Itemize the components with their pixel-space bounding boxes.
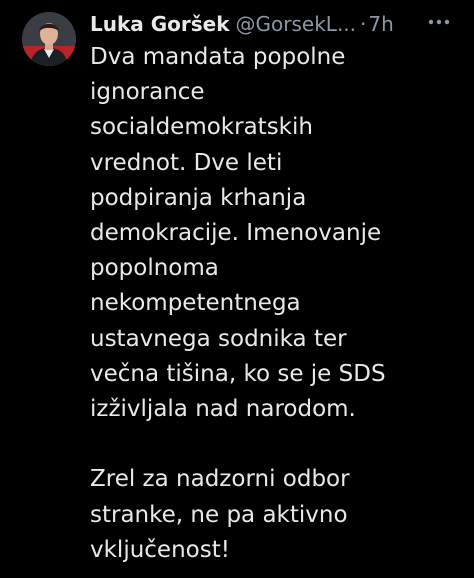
author-handle[interactable]: @GorsekL... [236, 12, 356, 36]
tweet-header: Luka Goršek @GorsekL... · 7h [90, 9, 460, 39]
tweet-text-line: ustavnega sodnika ter [90, 325, 347, 352]
tweet-text-line: večna tišina, ko se je SDS [90, 360, 386, 387]
tweet-text-line: vrednot. Dve leti [90, 149, 283, 176]
tweet-text-line: nekompetentnega [90, 290, 301, 317]
tweet-text-line: socialdemokratskih [90, 114, 313, 141]
header-separator: · [360, 12, 367, 36]
tweet-text-line: Zrel za nadzorni odbor [90, 466, 350, 493]
tweet-text-line: podpiranja krhanja [90, 184, 307, 211]
tweet-timestamp[interactable]: 7h [368, 12, 393, 36]
tweet-text-line: ignorance [90, 79, 205, 106]
author-display-name[interactable]: Luka Goršek [90, 12, 230, 36]
tweet-text-line: demokracije. Imenovanje [90, 220, 382, 247]
tweet-text-line: popolnoma [90, 255, 219, 282]
tweet-text-line: Dva mandata popolne [90, 44, 346, 70]
more-horizontal-icon[interactable] [426, 9, 452, 35]
tweet-text: Dva mandata popolne ignorance socialdemo… [90, 40, 466, 568]
tweet-text-line: izživljala nad narodom. [90, 396, 356, 423]
tweet-text-line: stranke, ne pa aktivno [90, 501, 348, 528]
tweet[interactable]: Luka Goršek @GorsekL... · 7h Dva mandata… [0, 0, 474, 578]
avatar[interactable] [22, 12, 76, 66]
tweet-text-line: vključenost! [90, 536, 230, 563]
